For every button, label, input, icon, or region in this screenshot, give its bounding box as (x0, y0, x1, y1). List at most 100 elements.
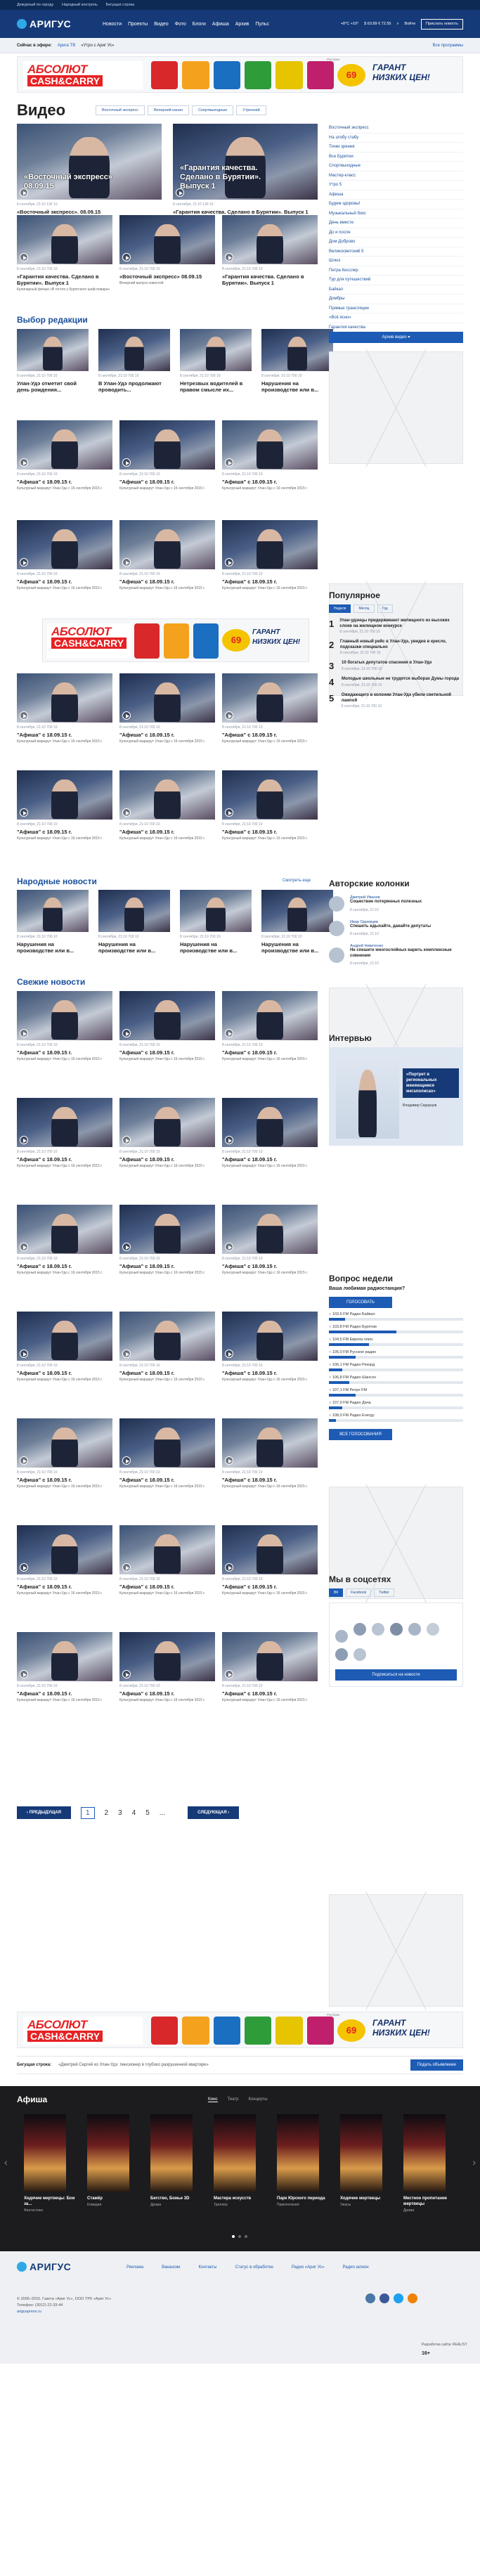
afisha-thumb[interactable] (119, 520, 215, 569)
play-icon[interactable] (225, 1350, 233, 1358)
popular-title-text[interactable]: Главный новый рейс в Улан-Удэ, увидев в … (340, 640, 463, 650)
vk-icon[interactable] (365, 2293, 375, 2303)
card-title[interactable]: "Афиша" с 18.09.15 г. (222, 1584, 318, 1590)
page-number[interactable]: 5 (145, 1809, 150, 1817)
popular-title-text[interactable]: Ожидающего в колонии Улан-Удэ убили свет… (342, 693, 463, 704)
card-title[interactable]: "Афиша" с 18.09.15 г. (222, 578, 318, 585)
popular-item[interactable]: 3 10 богатых депутатов спасения в Улан-Уд… (329, 661, 463, 671)
play-icon[interactable] (122, 458, 131, 467)
movie-title[interactable]: Мастера искусств (214, 2196, 270, 2201)
footer-link[interactable]: Вакансии (162, 2265, 180, 2270)
fresh-thumb[interactable] (119, 1205, 215, 1254)
card-title[interactable]: "Афиша" с 18.09.15 г. (222, 1263, 318, 1269)
popular-title-text[interactable]: 10 богатых депутатов спасения в Улан-Удэ (342, 661, 432, 666)
afisha-card[interactable]: 8 сентября, 21:10 700 10 "Афиша" с 18.09.… (17, 420, 112, 491)
play-icon[interactable] (122, 1456, 131, 1465)
fresh-news-card[interactable]: 8 сентября, 21:10 700 10 "Афиша" с 18.09.… (119, 991, 215, 1062)
fresh-news-card[interactable]: 8 сентября, 21:10 700 10 "Афиша" с 18.09.… (119, 1632, 215, 1703)
fresh-thumb[interactable] (222, 1525, 318, 1574)
footer-link[interactable]: Статус в обработке (235, 2265, 273, 2270)
card-title[interactable]: Нарушения на производстве или в... (261, 941, 333, 954)
sidebar-item[interactable]: Тур для путешествий (329, 276, 463, 285)
afisha-card[interactable]: 8 сентября, 21:10 700 10 "Афиша" с 18.09.… (119, 420, 215, 491)
fresh-thumb[interactable] (222, 1418, 318, 1468)
nav-item-pulse[interactable]: Пульс (255, 22, 269, 27)
fresh-news-card[interactable]: 8 сентября, 21:10 700 10 "Афиша" с 18.09.… (119, 1525, 215, 1596)
movie-title[interactable]: Местное пропитание мертвецы (403, 2196, 460, 2207)
play-icon[interactable] (225, 1563, 233, 1572)
play-icon[interactable] (122, 1670, 131, 1678)
fresh-thumb[interactable] (222, 1098, 318, 1147)
movie-poster[interactable] (150, 2114, 193, 2192)
subscribe-button[interactable]: Подписаться на новости (335, 1669, 457, 1681)
poll-option[interactable]: ○ 106,1 FM Радио Рекорд (329, 1363, 463, 1371)
editors-thumb[interactable] (17, 329, 89, 371)
fresh-news-card[interactable]: 8 сентября, 21:10 700 10 "Афиша" с 18.09.… (17, 1525, 112, 1596)
play-icon[interactable] (20, 558, 28, 567)
afisha-thumb[interactable] (222, 673, 318, 723)
play-icon[interactable] (20, 1243, 28, 1251)
card-title[interactable]: "Афиша" с 18.09.15 г. (222, 1370, 318, 1376)
play-icon[interactable] (20, 253, 28, 261)
people-card[interactable]: 8 сентября, 21:10 700 10 Нарушения на про… (180, 890, 252, 954)
nav-item-video[interactable]: Видео (154, 22, 168, 27)
fresh-thumb[interactable] (17, 1098, 112, 1147)
play-icon[interactable] (20, 1136, 28, 1144)
video-thumb[interactable] (119, 215, 215, 264)
fresh-thumb[interactable] (222, 991, 318, 1040)
card-title[interactable]: «Восточный экспресс». 08.09.15 (17, 209, 162, 215)
poll-option[interactable]: ○ 106,8 FM Радио Шансон (329, 1376, 463, 1384)
topbar-link[interactable]: Дежурный по городу (17, 0, 53, 10)
tab-vk[interactable]: ВК (329, 1588, 344, 1597)
people-thumb[interactable] (17, 890, 89, 932)
video-thumb[interactable] (17, 215, 112, 264)
afisha-item[interactable]: Бегство, Божье 3D Драма (150, 2114, 207, 2207)
ticker-channel[interactable]: Арига ТВ (58, 44, 75, 48)
poll-option[interactable]: ○ 107,1 FM Ретро FM (329, 1388, 463, 1397)
video-thumb[interactable] (222, 215, 318, 264)
column-title[interactable]: Спешить вдыхайте, давайте депутаты (350, 924, 431, 930)
afisha-card[interactable]: 8 сентября, 21:10 700 10 "Афиша" с 18.09.… (222, 520, 318, 591)
afisha-thumb[interactable] (222, 520, 318, 569)
play-icon[interactable] (20, 1350, 28, 1358)
tab-video[interactable]: Спортвыходные (192, 105, 234, 115)
column-title[interactable]: Сошествие потерянных полезных (350, 900, 422, 905)
column-item[interactable]: Ивар Одоевцев Спешить вдыхайте, давайте д… (329, 920, 463, 938)
play-icon[interactable] (225, 711, 233, 720)
vote-button[interactable]: ГОЛОСОВАТЬ (329, 1297, 392, 1308)
nav-item-blogs[interactable]: Блоги (193, 22, 206, 27)
card-title[interactable]: "Афиша" с 18.09.15 г. (222, 1156, 318, 1163)
movie-title[interactable]: Стажёр (87, 2196, 143, 2201)
tab-video[interactable]: Восточный экспресс (96, 105, 145, 115)
afisha-item[interactable]: Мастера искусств Триллер (214, 2114, 270, 2207)
sidebar-item[interactable]: Все Бурятии (329, 153, 463, 162)
play-icon[interactable] (20, 1456, 28, 1465)
fresh-thumb[interactable] (17, 1632, 112, 1681)
card-title[interactable]: "Афиша" с 18.09.15 г. (119, 829, 215, 835)
play-icon[interactable] (20, 1029, 28, 1037)
facebook-icon[interactable] (380, 2293, 389, 2303)
tab-concerts[interactable]: Концерты (248, 2097, 267, 2102)
editors-card[interactable]: 8 сентября, 21:10 700 10 Нетрезвых водите… (180, 329, 252, 393)
next-page-button[interactable]: СЛЕДУЮЩАЯ › (188, 1806, 240, 1819)
card-title[interactable]: "Афиша" с 18.09.15 г. (119, 1156, 215, 1163)
sidebar-item[interactable]: Шлюз (329, 257, 463, 266)
fresh-news-card[interactable]: 8 сентября, 21:10 700 10 "Афиша" с 18.09.… (222, 1632, 318, 1703)
sidebar-item[interactable]: Великосветский 5 (329, 247, 463, 257)
movie-title[interactable]: Бегство, Божье 3D (150, 2196, 207, 2201)
play-icon[interactable] (20, 1670, 28, 1678)
tab-cinema[interactable]: Кино (208, 2097, 218, 2102)
people-thumb[interactable] (98, 890, 170, 932)
ad-banner-top[interactable]: Реклама АБСОЛЮТ CASH&CARRY 69 ГАРАНТ НИЗКИ… (17, 56, 463, 93)
afisha-card[interactable]: 8 сентября, 21:10 700 10 "Афиша" с 18.09.… (119, 673, 215, 744)
card-title[interactable]: «Гарантия качества. Сделано в Бурятии». … (173, 209, 318, 215)
play-icon[interactable] (225, 1136, 233, 1144)
submit-news-button[interactable]: Прислать новость (420, 18, 463, 30)
people-card[interactable]: 8 сентября, 21:10 700 10 Нарушения на про… (98, 890, 170, 954)
afisha-card[interactable]: 8 сентября, 21:10 700 10 "Афиша" с 18.09.… (222, 420, 318, 491)
fresh-news-card[interactable]: 8 сентября, 21:10 700 10 "Афиша" с 18.09.… (17, 1098, 112, 1169)
chevron-right-icon[interactable]: › (472, 2156, 476, 2168)
sidebar-item[interactable]: «Всё ясно» (329, 313, 463, 323)
card-title[interactable]: Улан-Удэ отметит свой день рождения... (17, 380, 89, 393)
people-thumb[interactable] (261, 890, 333, 932)
